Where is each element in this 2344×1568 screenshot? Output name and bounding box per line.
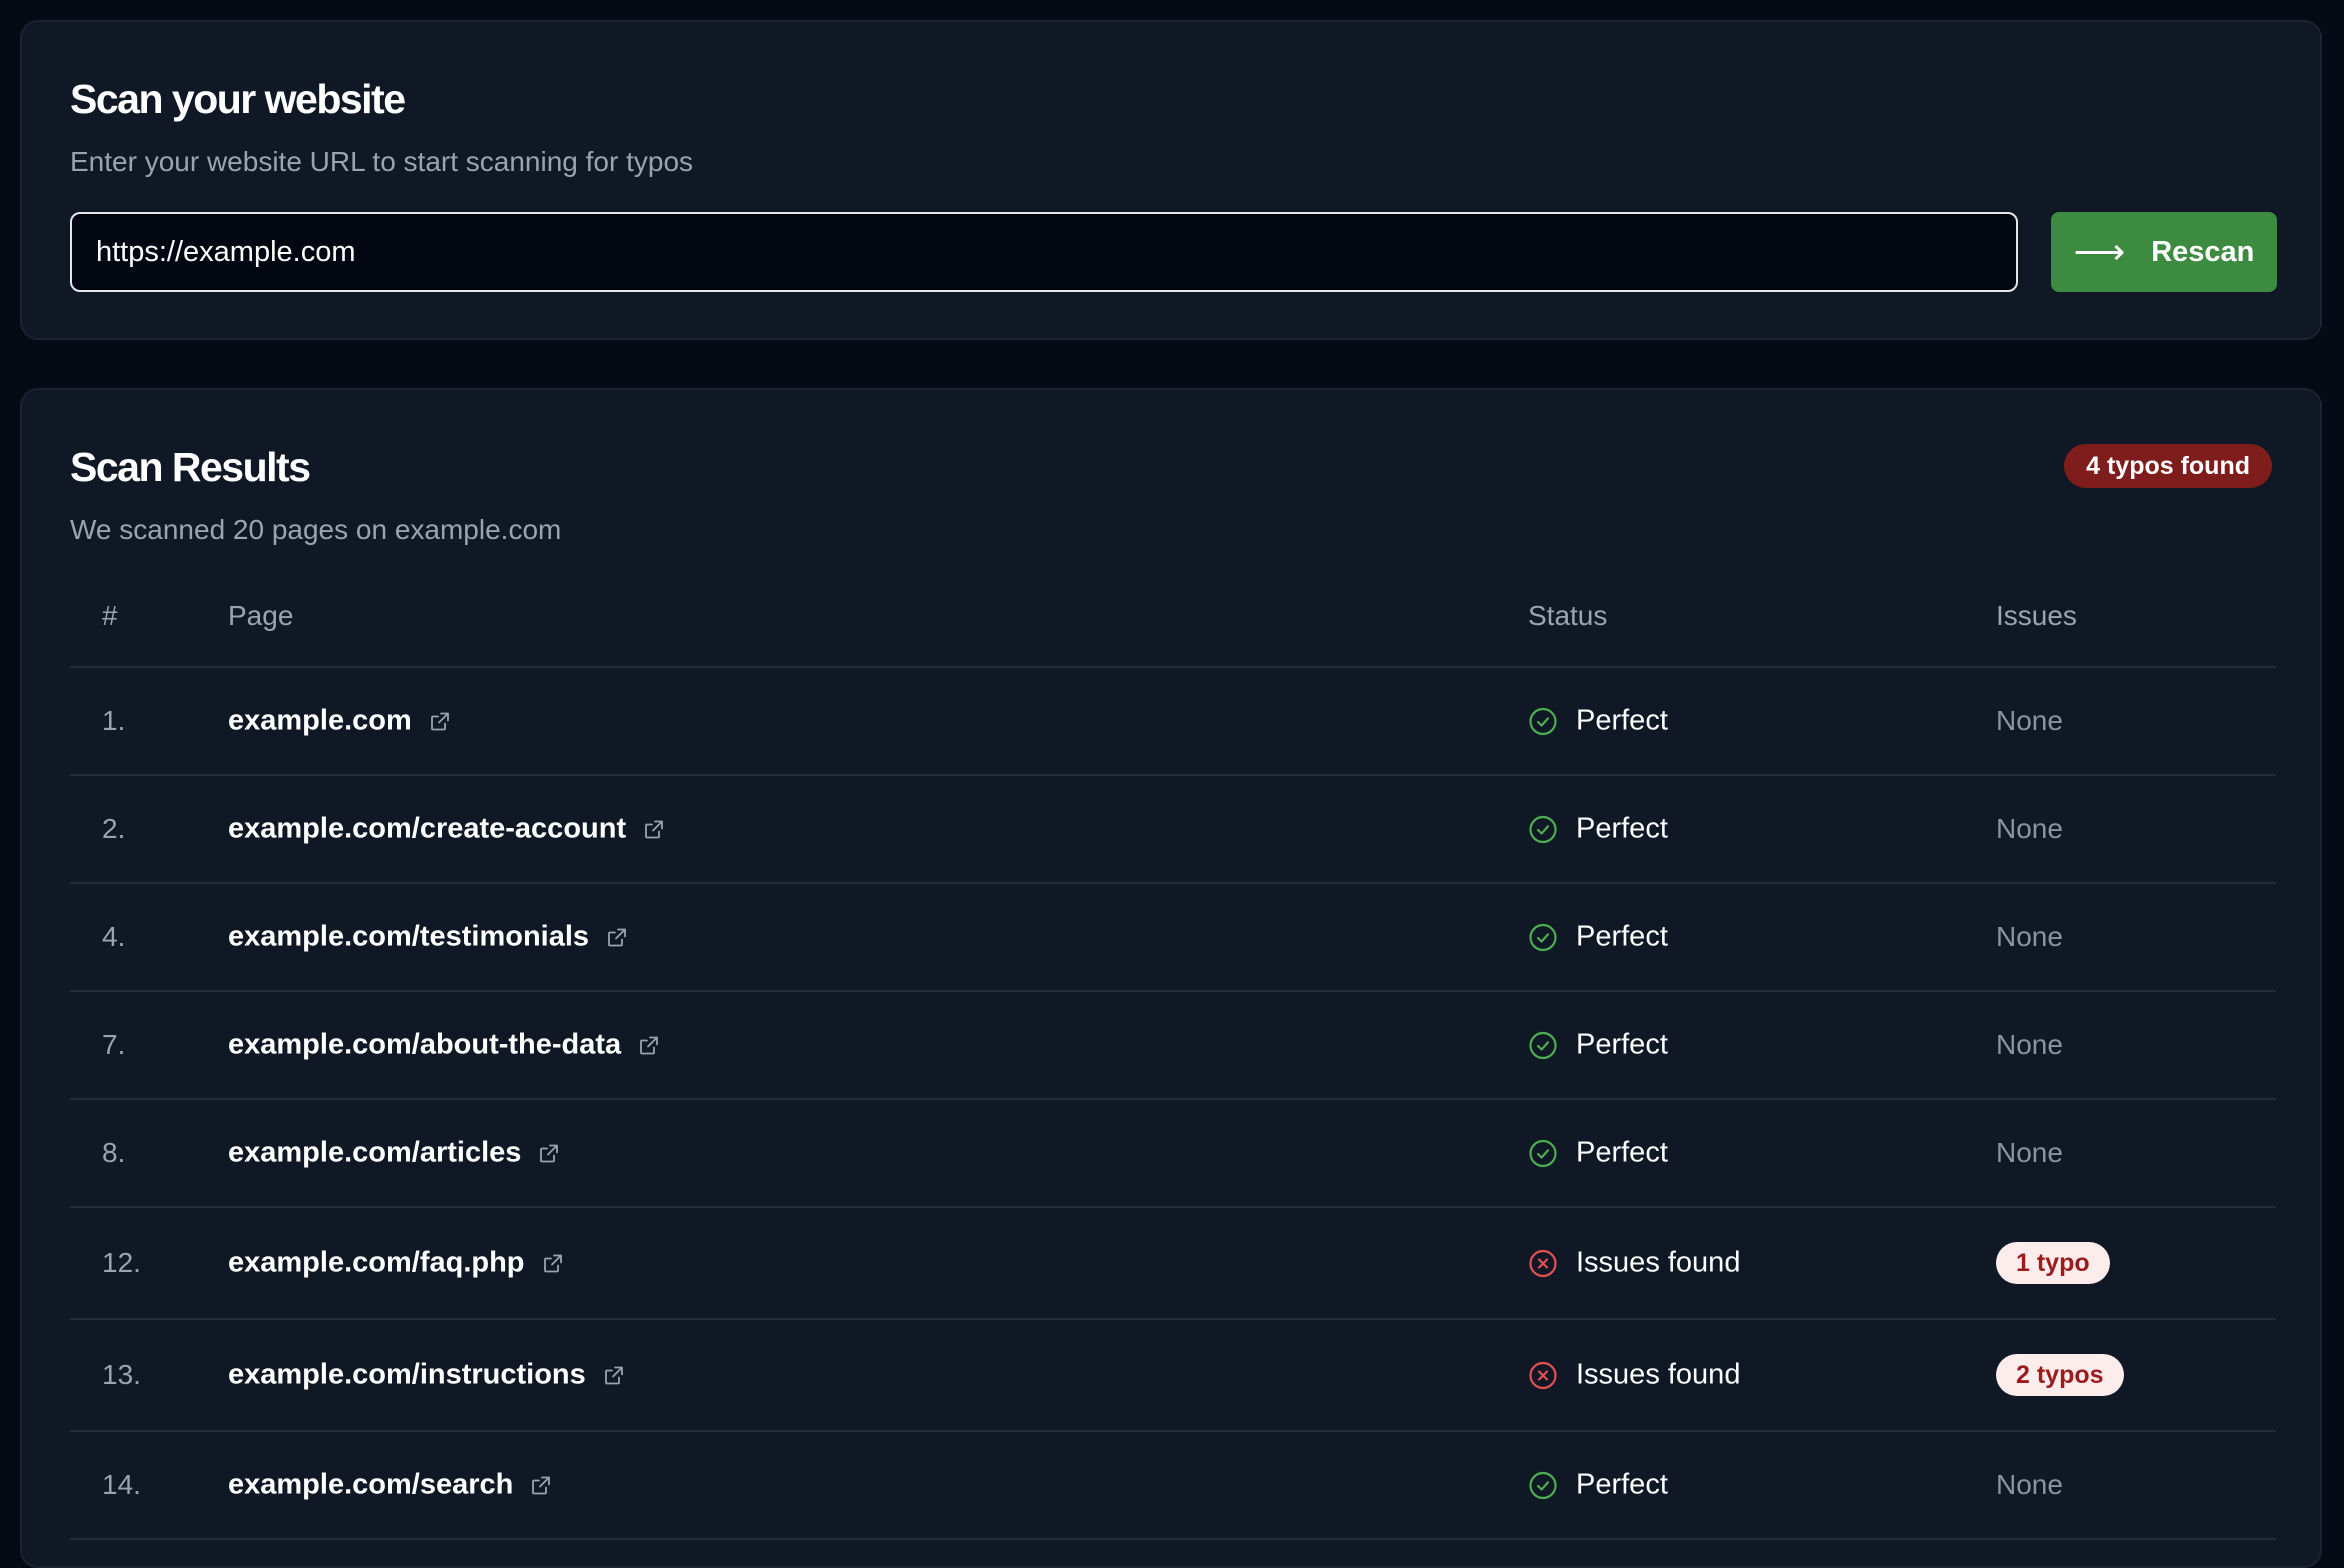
page-link[interactable]: example.com/create-account bbox=[228, 813, 626, 846]
check-circle-icon bbox=[1528, 1470, 1558, 1500]
external-link-icon[interactable] bbox=[428, 709, 452, 733]
issues-cell: None bbox=[1996, 1137, 2063, 1169]
external-link-icon[interactable] bbox=[602, 1363, 626, 1387]
issues-cell: None bbox=[1996, 813, 2063, 845]
row-number: 12. bbox=[102, 1247, 141, 1278]
results-title: Scan Results bbox=[70, 444, 311, 490]
status-text: Perfect bbox=[1576, 1468, 1668, 1501]
table-row: 8. example.com/articles Perfect None bbox=[70, 1100, 2276, 1208]
check-circle-icon bbox=[1528, 706, 1558, 736]
issues-cell: 2 typos bbox=[1996, 1354, 2124, 1396]
row-number: 4. bbox=[102, 921, 126, 952]
page-link[interactable]: example.com/search bbox=[228, 1469, 513, 1502]
table-row: 12. example.com/faq.php Issues found 1 typo bbox=[70, 1208, 2276, 1320]
url-input[interactable] bbox=[70, 212, 2018, 292]
column-header-page[interactable]: Page bbox=[228, 600, 293, 632]
page-cell: example.com/instructions bbox=[228, 1359, 626, 1392]
issue-count-badge[interactable]: 2 typos bbox=[1996, 1354, 2124, 1396]
issues-cell: 1 typo bbox=[1996, 1242, 2110, 1284]
page-cell: example.com bbox=[228, 705, 452, 738]
x-circle-icon bbox=[1528, 1360, 1558, 1390]
column-header-issues[interactable]: Issues bbox=[1996, 600, 2077, 632]
table-row: 14. example.com/search Perfect None bbox=[70, 1432, 2276, 1540]
page-link[interactable]: example.com/about-the-data bbox=[228, 1029, 621, 1062]
row-number: 8. bbox=[102, 1137, 126, 1168]
row-number: 7. bbox=[102, 1029, 126, 1060]
status-text: Issues found bbox=[1576, 1246, 1741, 1279]
row-number: 1. bbox=[102, 705, 126, 736]
arrow-right-icon: ⟶ bbox=[2073, 231, 2126, 272]
status-cell: Issues found bbox=[1528, 1359, 1740, 1392]
scan-title: Scan your website bbox=[70, 76, 406, 122]
status-cell: Perfect bbox=[1528, 1137, 1668, 1170]
status-cell: Perfect bbox=[1528, 813, 1668, 846]
status-text: Perfect bbox=[1576, 920, 1668, 953]
row-number: 13. bbox=[102, 1359, 141, 1390]
external-link-icon[interactable] bbox=[642, 817, 666, 841]
status-text: Perfect bbox=[1576, 1136, 1668, 1169]
check-circle-icon bbox=[1528, 1138, 1558, 1168]
table-body: 1. example.com Perfect None 2. example.com/cr… bbox=[70, 668, 2276, 1540]
scan-card: Scan your website Enter your website URL… bbox=[20, 20, 2322, 340]
external-link-icon[interactable] bbox=[541, 1251, 565, 1275]
column-header-number: # bbox=[102, 600, 118, 631]
page-link[interactable]: example.com/articles bbox=[228, 1137, 521, 1170]
issues-none: None bbox=[1996, 1029, 2063, 1060]
rescan-button[interactable]: ⟶ Rescan bbox=[2051, 212, 2277, 292]
page-link[interactable]: example.com/faq.php bbox=[228, 1247, 525, 1280]
page-cell: example.com/faq.php bbox=[228, 1247, 565, 1280]
column-header-status[interactable]: Status bbox=[1528, 600, 1607, 632]
check-circle-icon bbox=[1528, 922, 1558, 952]
results-table: # Page Status Issues 1. example.com Perfec… bbox=[70, 566, 2276, 1540]
table-row: 13. example.com/instructions Issues found 2… bbox=[70, 1320, 2276, 1432]
issues-cell: None bbox=[1996, 705, 2063, 737]
external-link-icon[interactable] bbox=[537, 1141, 561, 1165]
page-link[interactable]: example.com bbox=[228, 705, 412, 738]
check-circle-icon bbox=[1528, 1030, 1558, 1060]
status-cell: Perfect bbox=[1528, 1029, 1668, 1062]
table-header: # Page Status Issues bbox=[70, 566, 2276, 668]
rescan-button-label: Rescan bbox=[2151, 235, 2255, 268]
issues-cell: None bbox=[1996, 921, 2063, 953]
results-subtitle: We scanned 20 pages on example.com bbox=[70, 514, 562, 545]
page-link[interactable]: example.com/testimonials bbox=[228, 921, 589, 954]
check-circle-icon bbox=[1528, 814, 1558, 844]
table-row: 2. example.com/create-account Perfect None bbox=[70, 776, 2276, 884]
table-row: 1. example.com Perfect None bbox=[70, 668, 2276, 776]
status-text: Perfect bbox=[1576, 1028, 1668, 1061]
page-cell: example.com/testimonials bbox=[228, 921, 629, 954]
page-cell: example.com/create-account bbox=[228, 813, 666, 846]
issues-none: None bbox=[1996, 1137, 2063, 1168]
scan-subtitle: Enter your website URL to start scanning… bbox=[70, 146, 694, 177]
page-link[interactable]: example.com/instructions bbox=[228, 1359, 586, 1392]
typos-found-badge: 4 typos found bbox=[2064, 444, 2272, 488]
status-cell: Perfect bbox=[1528, 1469, 1668, 1502]
page-cell: example.com/articles bbox=[228, 1137, 561, 1170]
status-text: Issues found bbox=[1576, 1358, 1741, 1391]
external-link-icon[interactable] bbox=[605, 925, 629, 949]
issues-none: None bbox=[1996, 705, 2063, 736]
status-text: Perfect bbox=[1576, 812, 1668, 845]
issues-none: None bbox=[1996, 1469, 2063, 1500]
issues-cell: None bbox=[1996, 1029, 2063, 1061]
issue-count-badge[interactable]: 1 typo bbox=[1996, 1242, 2110, 1284]
table-row: 4. example.com/testimonials Perfect None bbox=[70, 884, 2276, 992]
status-cell: Perfect bbox=[1528, 705, 1668, 738]
external-link-icon[interactable] bbox=[637, 1033, 661, 1057]
results-card: Scan Results We scanned 20 pages on exam… bbox=[20, 388, 2322, 1568]
status-cell: Issues found bbox=[1528, 1247, 1740, 1280]
page-cell: example.com/about-the-data bbox=[228, 1029, 661, 1062]
x-circle-icon bbox=[1528, 1248, 1558, 1278]
issues-cell: None bbox=[1996, 1469, 2063, 1501]
row-number: 2. bbox=[102, 813, 126, 844]
issues-none: None bbox=[1996, 921, 2063, 952]
page-cell: example.com/search bbox=[228, 1469, 553, 1502]
row-number: 14. bbox=[102, 1469, 141, 1500]
table-row: 7. example.com/about-the-data Perfect None bbox=[70, 992, 2276, 1100]
status-text: Perfect bbox=[1576, 704, 1668, 737]
status-cell: Perfect bbox=[1528, 921, 1668, 954]
external-link-icon[interactable] bbox=[529, 1473, 553, 1497]
issues-none: None bbox=[1996, 813, 2063, 844]
